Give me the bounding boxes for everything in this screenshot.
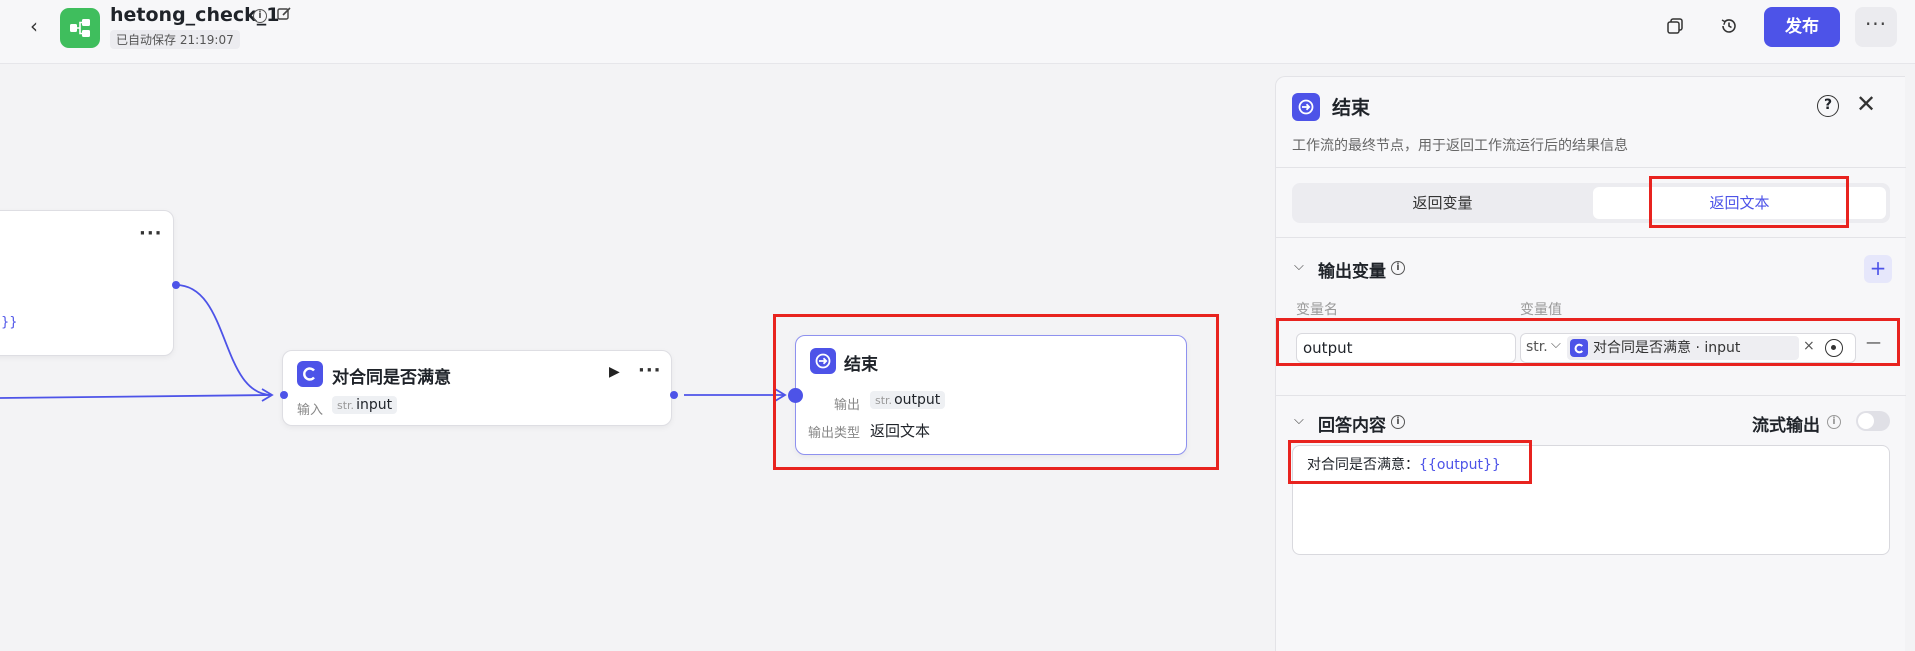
app-logo-icon [60,8,100,48]
end-node-icon [1292,93,1320,121]
output-vars-title: 输出变量 [1318,262,1386,282]
highlight-box [1276,318,1900,366]
publish-button[interactable]: 发布 [1764,7,1840,47]
collapse-chevron-icon[interactable]: ⌵ [1294,413,1304,428]
highlight-box [1649,176,1849,228]
add-variable-button[interactable]: + [1864,255,1892,283]
node-settings-panel: 结束 ? ✕ 工作流的最终节点，用于返回工作流运行后的结果信息 返回变量 返回文… [1275,76,1906,651]
edit-icon[interactable] [276,6,292,26]
more-menu-button[interactable]: ··· [1855,7,1897,47]
autosave-status: 已自动保存 21:19:07 [110,30,240,49]
input-label: 输入 [297,403,324,418]
output-port[interactable] [172,281,180,289]
node-type-icon [297,361,323,387]
input-tag: str. input [332,396,398,414]
collapse-chevron-icon[interactable]: ⌵ [1294,259,1304,274]
input-port[interactable] [280,391,288,399]
streaming-toggle[interactable] [1856,411,1890,431]
answer-content-title: 回答内容 [1318,416,1386,436]
copy-icon[interactable] [1662,13,1688,39]
help-icon[interactable]: ? [1817,95,1839,117]
streaming-label: 流式输出 [1752,416,1820,436]
condition-node[interactable]: 对合同是否满意 ▶ ··· 输入 str. input [282,350,672,426]
node-title: 对合同是否满意 [332,368,451,388]
top-bar: ‹ hetong_check_1 i 已自动保存 21:19:07 发布 ··· [0,0,1915,64]
info-icon[interactable]: i [253,9,267,23]
output-port[interactable] [670,391,678,399]
tab-return-variables[interactable]: 返回变量 [1296,187,1589,219]
panel-description: 工作流的最终节点，用于返回工作流运行后的结果信息 [1292,138,1628,154]
divider [1276,395,1906,396]
node-fragment-text: }} [1,315,18,330]
info-icon[interactable]: i [1391,415,1405,429]
back-chevron-icon[interactable]: ‹ [22,14,46,38]
info-icon[interactable]: i [1827,415,1841,429]
divider [1276,167,1906,168]
highlight-box [1288,440,1532,484]
partial-node[interactable]: ··· }} [0,210,174,356]
info-icon[interactable]: i [1391,261,1405,275]
history-icon[interactable] [1716,13,1742,39]
highlight-box [773,314,1219,470]
node-more-button[interactable]: ··· [638,360,662,381]
panel-title: 结束 [1332,97,1371,119]
node-more-button[interactable]: ··· [139,223,163,244]
col-var-value: 变量值 [1520,302,1562,318]
workflow-canvas[interactable]: ··· }} 对合同是否满意 ▶ ··· 输入 str. input 结束 输出 … [0,65,1275,651]
col-var-name: 变量名 [1296,302,1338,318]
close-icon[interactable]: ✕ [1856,91,1876,117]
divider [1276,237,1906,238]
run-icon[interactable]: ▶ [609,364,620,380]
